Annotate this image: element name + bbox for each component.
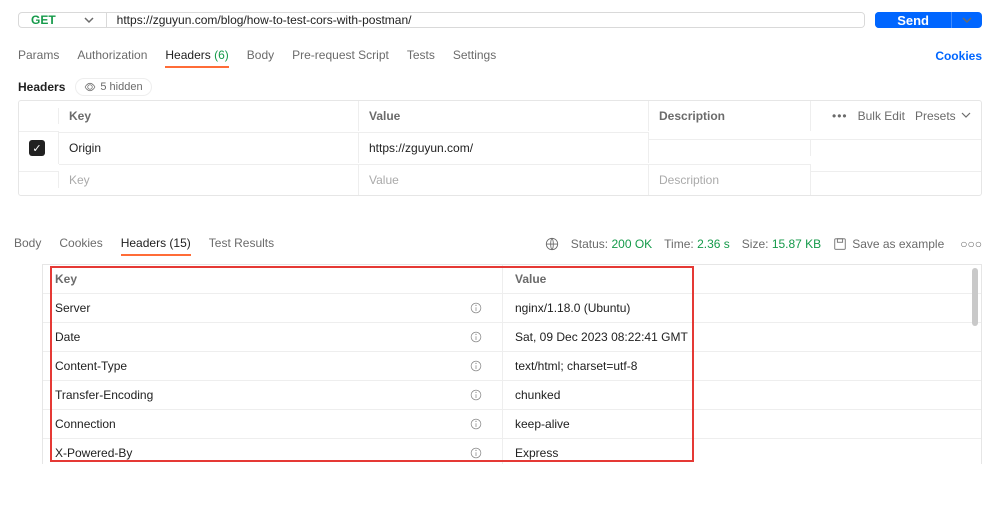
tab-settings[interactable]: Settings: [453, 44, 496, 68]
header-description[interactable]: [649, 139, 811, 156]
hidden-toggle[interactable]: 5 hidden: [75, 78, 151, 96]
response-header-key: Date: [43, 323, 503, 352]
column-description: Description: [649, 101, 811, 131]
status-value: 200 OK: [611, 237, 652, 251]
table-row: Servernginx/1.18.0 (Ubuntu): [43, 294, 981, 323]
bulk-edit-button[interactable]: Bulk Edit: [858, 109, 905, 123]
globe-icon: [545, 237, 559, 251]
table-row-empty: Key Value Description: [19, 164, 981, 195]
response-more-options[interactable]: ○○○: [960, 237, 982, 251]
response-tabs: Body Cookies Headers (15) Test Results: [14, 232, 274, 256]
send-button-group[interactable]: Send: [875, 12, 982, 28]
url-input[interactable]: [107, 13, 865, 27]
description-placeholder[interactable]: Description: [649, 164, 811, 195]
send-button[interactable]: Send: [875, 12, 951, 28]
tab-pre-request[interactable]: Pre-request Script: [292, 44, 389, 68]
send-dropdown[interactable]: [951, 12, 982, 28]
response-tab-cookies[interactable]: Cookies: [59, 232, 102, 256]
tab-params[interactable]: Params: [18, 44, 59, 68]
tab-tests[interactable]: Tests: [407, 44, 435, 68]
table-row: X-Powered-ByExpress: [43, 439, 981, 464]
value-placeholder[interactable]: Value: [359, 164, 649, 195]
info-icon: [470, 418, 482, 430]
cookies-link[interactable]: Cookies: [935, 49, 982, 63]
table-row: DateSat, 09 Dec 2023 08:22:41 GMT: [43, 323, 981, 352]
presets-button[interactable]: Presets: [915, 109, 971, 123]
tab-label: Headers: [121, 236, 166, 250]
save-as-example-button[interactable]: Save as example: [833, 237, 944, 251]
info-icon: [470, 389, 482, 401]
response-header-value: Sat, 09 Dec 2023 08:22:41 GMT: [503, 323, 981, 352]
save-icon: [833, 237, 847, 251]
response-header-key: Content-Type: [43, 352, 503, 381]
tab-headers[interactable]: Headers (6): [165, 44, 228, 68]
table-row: ✓ Origin https://zguyun.com/: [19, 131, 981, 164]
method-label: GET: [31, 13, 56, 27]
eye-icon: [84, 81, 96, 93]
response-header-value: nginx/1.18.0 (Ubuntu): [503, 294, 981, 323]
time-value: 2.36 s: [697, 237, 730, 251]
response-header-value: Express: [503, 439, 981, 464]
response-header-key: Server: [43, 294, 503, 323]
tab-count: (6): [214, 48, 229, 62]
size-block: Size: 15.87 KB: [742, 237, 821, 251]
table-row: Transfer-Encodingchunked: [43, 381, 981, 410]
header-key[interactable]: Origin: [59, 132, 359, 163]
scrollbar[interactable]: [972, 268, 978, 326]
tab-label: Headers: [165, 48, 210, 62]
chevron-down-icon: [961, 110, 971, 120]
response-tab-body[interactable]: Body: [14, 232, 41, 256]
size-value: 15.87 KB: [772, 237, 821, 251]
key-placeholder[interactable]: Key: [59, 164, 359, 195]
tab-body[interactable]: Body: [247, 44, 274, 68]
response-header-value: text/html; charset=utf-8: [503, 352, 981, 381]
method-select[interactable]: GET: [19, 13, 107, 27]
status-block: Status: 200 OK: [571, 237, 652, 251]
info-icon: [470, 302, 482, 314]
chevron-down-icon: [962, 15, 972, 25]
info-icon: [470, 447, 482, 459]
chevron-down-icon: [84, 15, 94, 25]
header-value[interactable]: https://zguyun.com/: [359, 132, 649, 163]
column-key: Key: [43, 265, 503, 294]
tab-authorization[interactable]: Authorization: [77, 44, 147, 68]
row-checkbox[interactable]: ✓: [29, 140, 45, 156]
response-header-key: Transfer-Encoding: [43, 381, 503, 410]
response-header-key: X-Powered-By: [43, 439, 503, 464]
headers-title: Headers: [18, 80, 65, 94]
hidden-label: 5 hidden: [100, 81, 142, 93]
column-value: Value: [503, 265, 981, 294]
more-options[interactable]: •••: [832, 109, 848, 123]
request-headers-table: Key Value Description ••• Bulk Edit Pres…: [18, 100, 982, 196]
response-headers-table: Key Value Servernginx/1.18.0 (Ubuntu)Dat…: [42, 264, 982, 464]
column-value: Value: [359, 101, 649, 131]
response-header-value: chunked: [503, 381, 981, 410]
response-header-key: Connection: [43, 410, 503, 439]
response-header-value: keep-alive: [503, 410, 981, 439]
info-icon: [470, 360, 482, 372]
column-key: Key: [59, 101, 359, 131]
response-tab-test-results[interactable]: Test Results: [209, 232, 274, 256]
response-tab-headers[interactable]: Headers (15): [121, 232, 191, 256]
table-row: Content-Typetext/html; charset=utf-8: [43, 352, 981, 381]
request-tabs: Params Authorization Headers (6) Body Pr…: [18, 44, 496, 68]
info-icon: [470, 331, 482, 343]
tab-count: (15): [169, 236, 190, 250]
table-row: Connectionkeep-alive: [43, 410, 981, 439]
time-block: Time: 2.36 s: [664, 237, 730, 251]
